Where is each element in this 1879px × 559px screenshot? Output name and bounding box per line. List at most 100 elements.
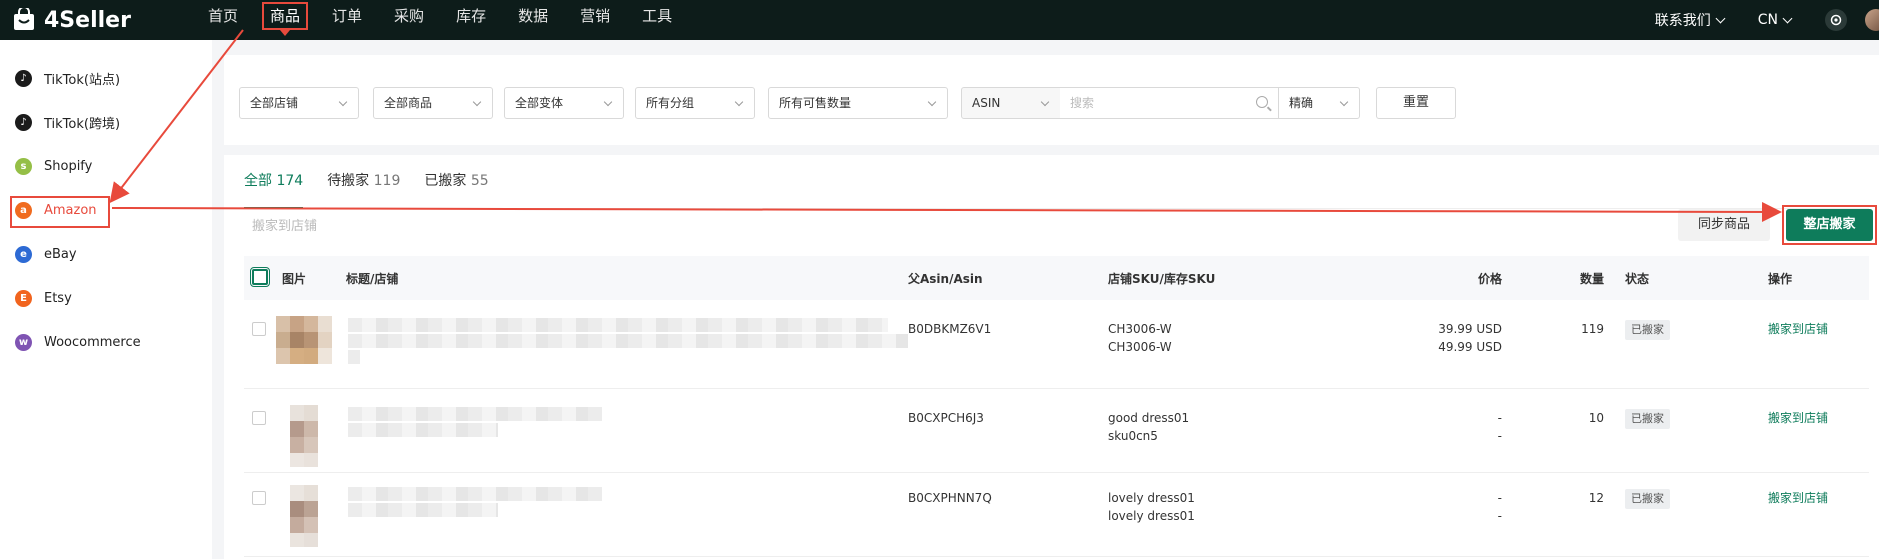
price-value: 49.99 USD xyxy=(1438,340,1502,354)
quantity-select-value: 所有可售数量 xyxy=(779,96,852,110)
annotation-highlight-box xyxy=(1782,205,1877,245)
sidebar-item-tiktok-crossborder[interactable]: ♪ TikTok(跨境) xyxy=(0,100,212,144)
search-field-select[interactable]: ASIN xyxy=(961,87,1061,119)
search-icon[interactable] xyxy=(1256,96,1268,108)
sidebar-item-label: Woocommerce xyxy=(44,334,141,350)
nav-marketing[interactable]: 营销 xyxy=(564,0,626,40)
match-select-value: 精确 xyxy=(1289,96,1314,110)
row-checkbox[interactable] xyxy=(252,411,266,425)
store-sku: good dress01 xyxy=(1108,411,1190,425)
chevron-down-icon xyxy=(1040,97,1050,107)
sidebar-item-woocommerce[interactable]: w Woocommerce xyxy=(0,320,212,364)
blurred-title xyxy=(348,407,602,421)
tab-moved[interactable]: 已搬家 55 xyxy=(424,155,488,205)
brand-logo[interactable]: 4Seller xyxy=(12,8,192,33)
sidebar-item-shopify[interactable]: s Shopify xyxy=(0,144,212,188)
stock-sku: CH3006-W xyxy=(1108,340,1172,354)
status-cell: 已搬家 xyxy=(1625,409,1670,429)
row-checkbox[interactable] xyxy=(252,322,266,336)
quantity-select[interactable]: 所有可售数量 xyxy=(768,87,948,119)
nav-orders[interactable]: 订单 xyxy=(316,0,378,40)
asin-value: B0CXPCH6J3 xyxy=(908,411,984,425)
sidebar-item-label: TikTok(跨境) xyxy=(44,116,121,132)
col-asin: 父Asin/Asin xyxy=(908,272,983,286)
nav-products[interactable]: 商品 xyxy=(254,0,316,40)
tab-pending[interactable]: 待搬家 119 xyxy=(327,155,400,205)
table-header: 图片 标题/店铺 父Asin/Asin 店铺SKU/库存SKU 价格 数量 状态… xyxy=(244,256,1869,300)
group-select-value: 所有分组 xyxy=(646,96,695,110)
woocommerce-icon: w xyxy=(15,333,32,351)
ebay-icon: e xyxy=(15,245,32,263)
status-cell: 已搬家 xyxy=(1625,320,1670,340)
product-thumbnail xyxy=(290,485,318,547)
tab-label: 全部 xyxy=(244,173,272,189)
sidebar-item-amazon[interactable]: a Amazon xyxy=(0,188,212,232)
store-select[interactable]: 全部店铺 xyxy=(239,87,359,119)
row-checkbox[interactable] xyxy=(252,491,266,505)
sku-cell: good dress01 sku0cn5 xyxy=(1108,409,1189,445)
chevron-down-icon xyxy=(472,97,482,107)
product-thumbnail xyxy=(290,405,318,467)
nav-home[interactable]: 首页 xyxy=(192,0,254,40)
blurred-title xyxy=(348,487,602,501)
tab-label: 已搬家 xyxy=(424,173,467,189)
select-all-checkbox[interactable] xyxy=(250,267,270,287)
row-move-link[interactable]: 搬家到店铺 xyxy=(1768,320,1828,338)
nav-inventory[interactable]: 库存 xyxy=(440,0,502,40)
store-sku: CH3006-W xyxy=(1108,322,1172,336)
price-value: - xyxy=(1497,411,1502,425)
sidebar-item-etsy[interactable]: E Etsy xyxy=(0,276,212,320)
search-box xyxy=(1060,87,1278,119)
filter-bar: 全部店铺 全部商品 全部变体 所有分组 所有可售数量 ASIN 精确 xyxy=(224,55,1879,145)
row-move-link[interactable]: 搬家到店铺 xyxy=(1768,489,1828,507)
variant-select[interactable]: 全部变体 xyxy=(504,87,624,119)
group-select[interactable]: 所有分组 xyxy=(635,87,755,119)
asin-value: B0DBKMZ6V1 xyxy=(908,322,992,336)
match-select[interactable]: 精确 xyxy=(1278,87,1360,119)
tab-all[interactable]: 全部 174 xyxy=(244,155,304,209)
tab-count: 174 xyxy=(276,173,304,189)
price-cell: - - xyxy=(1414,489,1502,525)
product-select-value: 全部商品 xyxy=(384,96,433,110)
sidebar-item-ebay[interactable]: e eBay xyxy=(0,232,212,276)
sync-products-button[interactable]: 同步商品 xyxy=(1678,209,1770,241)
chevron-down-icon xyxy=(603,97,613,107)
settings-button[interactable] xyxy=(1825,9,1847,31)
move-to-store-button[interactable]: 搬家到店铺 xyxy=(252,215,317,234)
blurred-title xyxy=(348,423,498,437)
annotation-highlight-box xyxy=(262,2,309,30)
chevron-down-icon xyxy=(1782,13,1793,23)
search-input[interactable] xyxy=(1060,88,1240,118)
sidebar-item-label: Etsy xyxy=(44,290,72,306)
bag-icon xyxy=(14,8,34,30)
avatar[interactable] xyxy=(1865,9,1879,31)
price-cell: 39.99 USD 49.99 USD xyxy=(1414,320,1502,356)
annotation-highlight-box xyxy=(10,196,110,228)
status-badge: 已搬家 xyxy=(1625,320,1670,340)
product-select[interactable]: 全部商品 xyxy=(373,87,493,119)
chevron-down-icon xyxy=(338,97,348,107)
nav-data[interactable]: 数据 xyxy=(502,0,564,40)
product-thumbnail xyxy=(276,316,332,364)
language-dropdown[interactable]: CN xyxy=(1758,12,1793,28)
main-nav: 首页 商品 订单 采购 库存 数据 营销 工具 xyxy=(192,0,688,40)
table-row: B0CXPCH6J3 good dress01 sku0cn5 - - 10 已… xyxy=(244,389,1869,473)
etsy-icon: E xyxy=(15,289,32,307)
contact-dropdown[interactable]: 联系我们 xyxy=(1654,10,1726,30)
chevron-down-icon xyxy=(1339,97,1349,107)
nav-purchase[interactable]: 采购 xyxy=(378,0,440,40)
col-qty: 数量 xyxy=(1579,272,1604,286)
qty-value: 119 xyxy=(1581,322,1604,336)
status-cell: 已搬家 xyxy=(1625,489,1670,509)
col-price: 价格 xyxy=(1477,272,1502,286)
qty-value: 10 xyxy=(1588,411,1604,425)
price-value: - xyxy=(1497,509,1502,523)
sidebar-item-tiktok-site[interactable]: ♪ TikTok(站点) xyxy=(0,56,212,100)
tabs-divider xyxy=(244,208,1869,209)
shopify-icon: s xyxy=(15,157,32,175)
row-move-link[interactable]: 搬家到店铺 xyxy=(1768,409,1828,427)
stock-sku: lovely dress01 xyxy=(1108,509,1195,523)
contact-label: 联系我们 xyxy=(1654,13,1711,29)
nav-tools[interactable]: 工具 xyxy=(626,0,688,40)
reset-button[interactable]: 重置 xyxy=(1376,87,1456,119)
